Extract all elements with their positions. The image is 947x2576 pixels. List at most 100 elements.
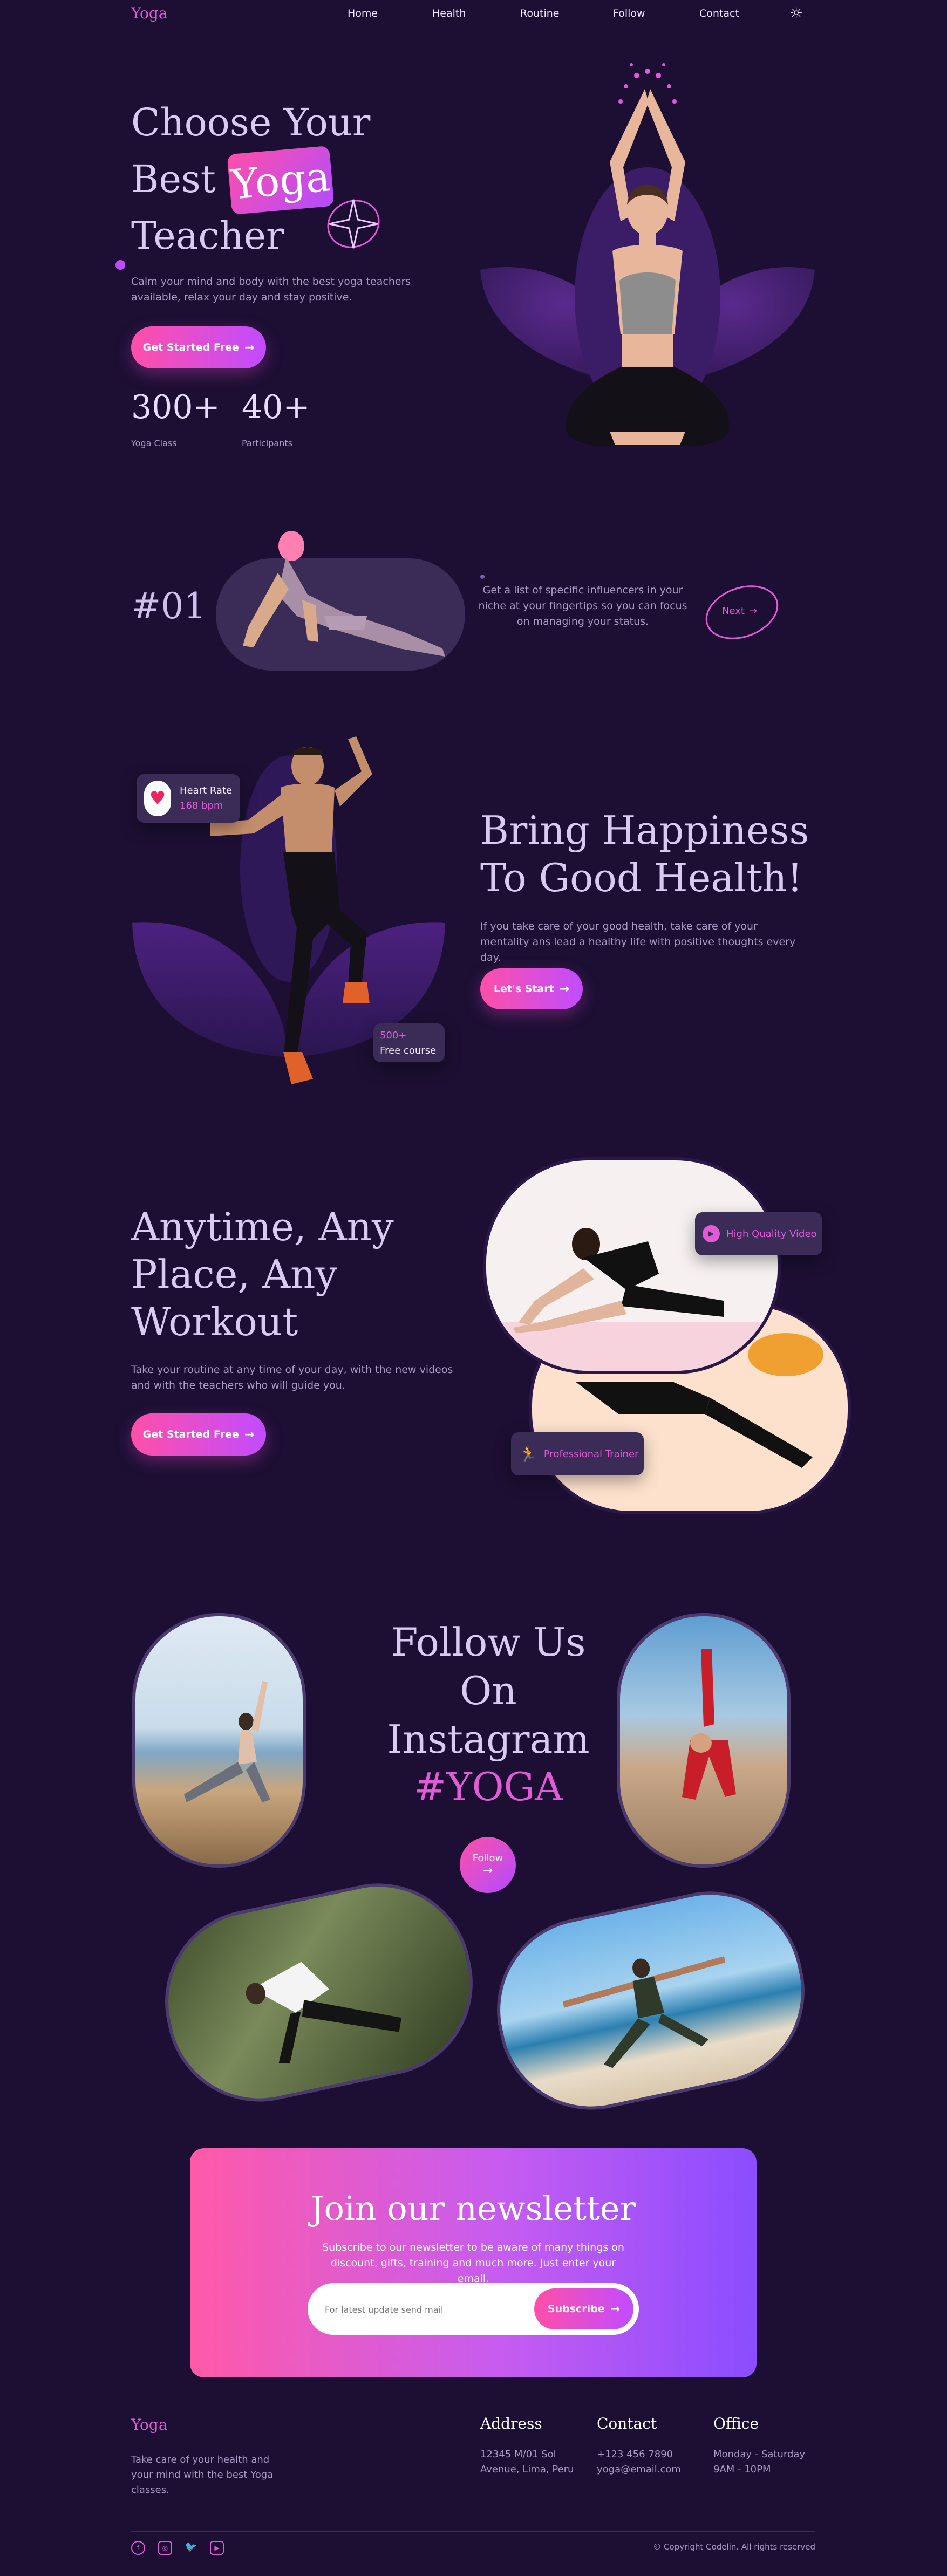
social-links: f ◎ 🐦 ▶ <box>131 2541 224 2555</box>
arrow-right-icon: → <box>244 1427 255 1441</box>
instagram-section: Follow Us On Instagram #YOGA Follow → <box>0 1586 947 2127</box>
running-icon: 🏃 <box>519 1445 537 1463</box>
health-description: If you take care of your good health, ta… <box>480 920 796 964</box>
arrow-right-icon: → <box>748 605 758 617</box>
anytime-title-line2: Place, Any <box>131 1252 338 1297</box>
video-badge: ▶ High Quality Video <box>695 1212 822 1255</box>
health-section: ♥ Heart Rate 168 bpm 500+ Free course Br… <box>0 712 947 1101</box>
subscribe-button[interactable]: Subscribe → <box>534 2288 633 2329</box>
footer-divider <box>131 2531 815 2532</box>
newsletter-title: Join our newsletter <box>310 2189 636 2228</box>
instagram-title-line3: Instagram <box>387 1717 590 1762</box>
free-course-card: 500+ Free course <box>373 1023 445 1062</box>
sea-yoga-figure <box>562 1956 726 2068</box>
hero-get-started-button[interactable]: Get Started Free → <box>131 326 266 368</box>
hero-title-yoga-badge: Yoga <box>227 145 335 215</box>
course-count: 500+ <box>380 1030 407 1041</box>
workout-photo-top <box>483 1157 781 1374</box>
nav-link-contact[interactable]: Contact <box>699 8 739 19</box>
anytime-title-line1: Anytime, Any <box>131 1204 394 1249</box>
influencer-number: #01 <box>131 585 207 627</box>
hero-title-line3: Teacher <box>131 214 284 258</box>
hero-section: Choose Your Best Yoga Teacher Calm your … <box>0 32 947 507</box>
newsletter-description: Subscribe to our newsletter to be aware … <box>322 2242 624 2285</box>
heart-rate-card: ♥ Heart Rate 168 bpm <box>137 774 240 823</box>
newsletter-card: Join our newsletter Subscribe to our new… <box>190 2148 757 2377</box>
play-icon: ▶ <box>703 1225 720 1242</box>
youtube-icon[interactable]: ▶ <box>210 2541 224 2555</box>
footer-logo[interactable]: Yoga <box>131 2416 168 2434</box>
arrow-right-icon: → <box>482 1864 493 1877</box>
arrow-right-icon: → <box>610 2302 621 2316</box>
newsletter-form: Subscribe → <box>308 2283 639 2335</box>
footer-address-title: Address <box>480 2415 542 2432</box>
lets-start-label: Let's Start <box>493 983 554 995</box>
footer-office-title: Office <box>713 2415 759 2432</box>
instagram-hashtag: #YOGA <box>413 1764 563 1809</box>
beach-yoga-figure <box>184 1681 270 1802</box>
footer-email[interactable]: yoga@email.com <box>597 2462 681 2477</box>
hero-get-started-label: Get Started Free <box>142 341 239 353</box>
follow-label: Follow <box>472 1853 503 1864</box>
instagram-photo-rocks[interactable] <box>617 1613 791 1868</box>
nav-link-home[interactable]: Home <box>348 8 378 19</box>
stat-participants-label: Participants <box>242 438 292 448</box>
instagram-photo-sea[interactable] <box>480 1874 822 2127</box>
course-label: Free course <box>380 1045 437 1056</box>
footer-address-line2: Avenue, Lima, Peru <box>480 2464 574 2475</box>
decor-dot <box>115 260 125 270</box>
nav-link-routine[interactable]: Routine <box>520 8 559 19</box>
video-badge-label: High Quality Video <box>726 1228 817 1240</box>
hero-description: Calm your mind and body with the best yo… <box>131 276 411 303</box>
next-button[interactable]: Next → <box>722 605 757 617</box>
heart-icon: ♥ <box>149 788 166 809</box>
stretch-illustration <box>486 1228 778 1371</box>
hero-yoga-illustration <box>480 63 815 446</box>
follow-button[interactable]: Follow → <box>460 1837 516 1893</box>
forest-yoga-figure <box>246 1962 402 2064</box>
arrow-right-icon: → <box>559 982 570 996</box>
facebook-icon[interactable]: f <box>131 2541 145 2555</box>
stat-classes-value: 300+ <box>131 388 220 426</box>
nav-link-health[interactable]: Health <box>432 8 466 19</box>
trainer-badge: 🏃 Professional Trainer <box>511 1432 644 1475</box>
health-title-line1: Bring Happiness <box>480 808 809 853</box>
hero-title-best: Best <box>131 157 216 201</box>
instagram-photo-forest[interactable] <box>148 1866 490 2119</box>
twitter-icon[interactable]: 🐦 <box>185 2541 197 2553</box>
footer: Yoga Take care of your health and your m… <box>0 2411 947 2576</box>
anytime-get-started-label: Get Started Free <box>142 1429 239 1440</box>
footer-office-hours: 9AM - 10PM <box>713 2464 771 2475</box>
footer-contact-title: Contact <box>597 2415 657 2432</box>
instagram-photo-beach[interactable] <box>132 1613 306 1868</box>
footer-address-line1: 12345 M/01 Sol <box>480 2449 556 2460</box>
influencer-text: Get a list of specific influencers in yo… <box>478 584 687 627</box>
instagram-icon[interactable]: ◎ <box>158 2541 172 2555</box>
anytime-title-line3: Workout <box>131 1299 298 1344</box>
trainer-badge-label: Professional Trainer <box>543 1448 639 1460</box>
stretching-figure-illustration <box>243 531 445 657</box>
footer-phone[interactable]: +123 456 7890 <box>597 2447 673 2462</box>
influencer-section: #01 Get a list of specific influencers i… <box>0 518 947 680</box>
next-label: Next <box>722 605 745 617</box>
footer-tagline: Take care of your health and your mind w… <box>131 2454 274 2496</box>
rocks-yoga-figure <box>682 1649 736 1800</box>
theme-toggle-sun-icon[interactable]: ☼ <box>789 4 803 22</box>
subscribe-label: Subscribe <box>547 2303 605 2315</box>
hero-title-yoga: Yoga <box>229 152 332 209</box>
heart-rate-label: Heart Rate <box>180 785 233 796</box>
instagram-title-line1: Follow Us <box>391 1620 586 1665</box>
hero-title-line1: Choose Your <box>131 100 371 145</box>
footer-office-days: Monday - Saturday <box>713 2449 806 2460</box>
lets-start-button[interactable]: Let's Start → <box>480 968 583 1009</box>
instagram-title-line2: On <box>460 1668 517 1713</box>
stat-participants-value: 40+ <box>242 388 310 426</box>
newsletter-email-input[interactable] <box>324 2298 520 2321</box>
nav-logo[interactable]: Yoga <box>131 4 168 22</box>
navbar: Yoga Home Health Routine Follow Contact … <box>0 0 947 28</box>
anytime-get-started-button[interactable]: Get Started Free → <box>131 1413 266 1456</box>
nav-link-follow[interactable]: Follow <box>613 8 645 19</box>
footer-copyright: © Copyright Codelin. All rights reserved <box>653 2542 815 2552</box>
anytime-section: Anytime, Any Place, Any Workout Take you… <box>0 1144 947 1532</box>
heart-icon-wrap: ♥ <box>144 781 171 816</box>
